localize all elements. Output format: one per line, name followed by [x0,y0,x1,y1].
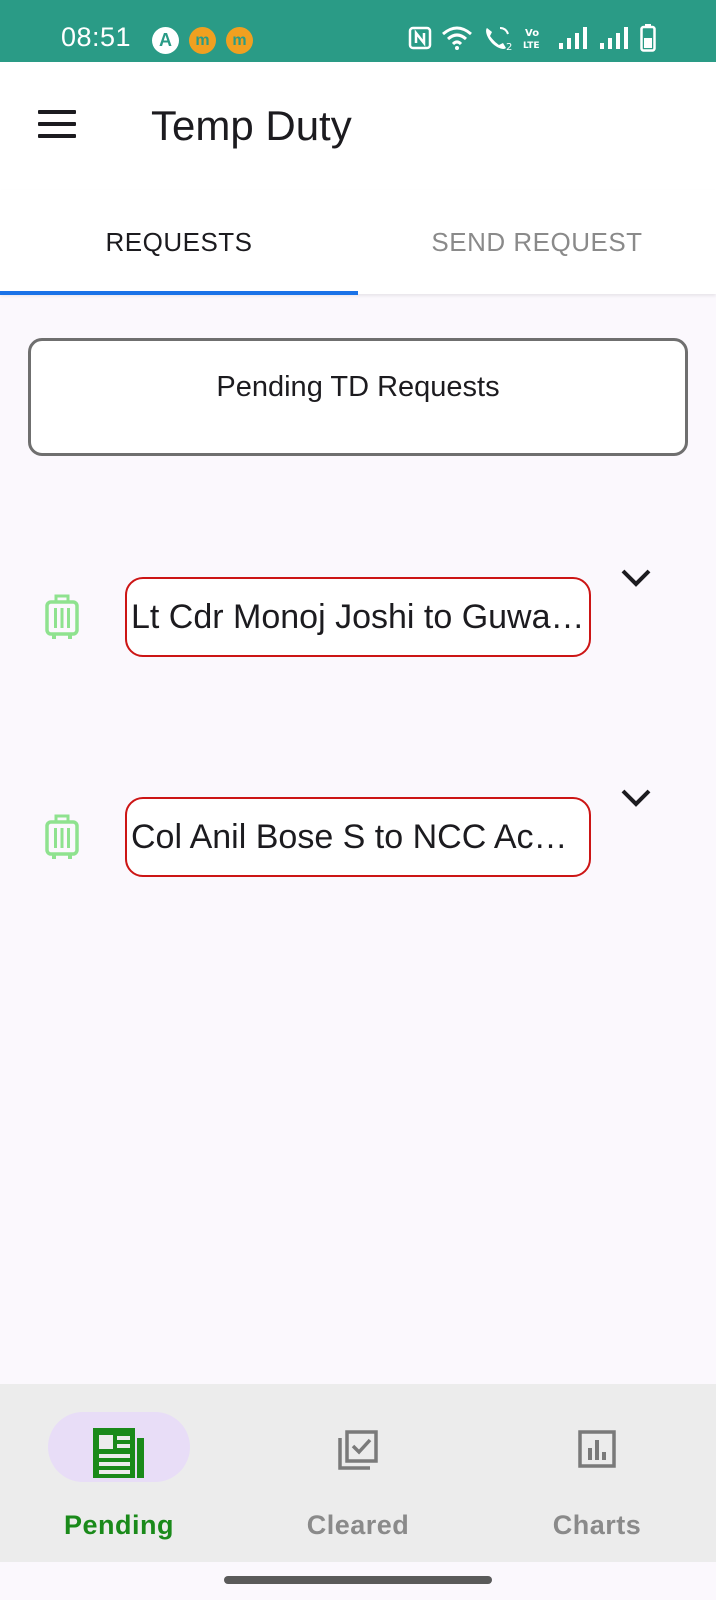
svg-text:LTE: LTE [523,41,540,50]
svg-text:Vo: Vo [525,28,539,39]
signal-icon [559,27,587,49]
m-app-icon: m [226,27,253,54]
svg-text:2: 2 [506,42,512,51]
checklist-icon [338,1430,378,1470]
luggage-icon [45,814,79,859]
nfc-icon [408,26,432,50]
nav-label-cleared: Cleared [306,1510,410,1540]
request-text: Lt Cdr Monoj Joshi to Guwa… [131,597,585,636]
chevron-down-icon[interactable] [620,568,652,588]
notification-icons: A m m [152,27,253,54]
newspaper-icon [93,1428,144,1478]
tab-indicator [0,291,358,295]
list-item: Lt Cdr Monoj Joshi to Guwa… [0,560,716,680]
tab-requests[interactable]: REQUESTS [0,190,358,294]
nav-item-cleared[interactable]: Cleared [239,1384,477,1562]
status-time: 08:51 [61,22,132,52]
page-title: Temp Duty [151,102,352,149]
home-indicator[interactable] [224,1576,492,1584]
status-bar: 08:51 A m m 2 Vo LTE [0,0,716,62]
tab-send-request[interactable]: SEND REQUEST [358,190,716,294]
chevron-down-icon[interactable] [620,788,652,808]
request-chip[interactable]: Col Anil Bose S to NCC Aca… [125,797,591,877]
signal-icon [600,27,628,49]
bar-chart-icon [578,1430,616,1468]
wifi-calling-icon: 2 [486,27,512,51]
nav-item-charts[interactable]: Charts [478,1384,716,1562]
system-icons: 2 Vo LTE [408,24,656,52]
nav-label-charts: Charts [552,1510,642,1540]
battery-icon [640,24,656,52]
app-bar: Temp Duty [0,62,716,190]
volte-icon: Vo LTE [523,28,540,50]
tab-bar: REQUESTS SEND REQUEST [0,190,716,295]
section-title: Pending TD Requests [216,370,500,403]
pending-requests-header: Pending TD Requests [28,338,688,456]
list-item: Col Anil Bose S to NCC Aca… [0,780,716,900]
app-a-icon: A [152,27,179,54]
bottom-navigation: Pending Cleared Charts [0,1384,716,1562]
luggage-icon [45,594,79,639]
menu-icon[interactable] [34,104,80,144]
request-chip[interactable]: Lt Cdr Monoj Joshi to Guwa… [125,577,591,657]
nav-label-pending: Pending [64,1510,174,1540]
m-app-icon: m [189,27,216,54]
nav-item-pending[interactable]: Pending [0,1384,238,1562]
wifi-icon [442,26,472,50]
request-text: Col Anil Bose S to NCC Aca… [131,817,585,856]
